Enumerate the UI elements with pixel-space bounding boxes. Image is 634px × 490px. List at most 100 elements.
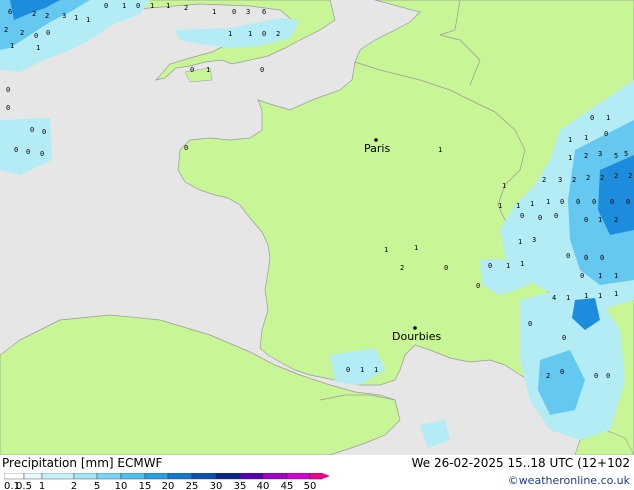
precip-value: 0	[610, 198, 614, 206]
footer-bar: Precipitation [mm] ECMWF We 26-02-2025 1…	[0, 455, 634, 490]
precip-value: 1	[248, 30, 252, 38]
precip-value: 1	[614, 272, 618, 280]
precip-value: 1	[122, 2, 126, 10]
precip-value: 1	[568, 154, 572, 162]
precip-value: 1	[598, 292, 602, 300]
precip-value: 4	[552, 294, 556, 302]
precip-value: 0	[488, 262, 492, 270]
precip-value: 1	[228, 30, 232, 38]
precip-value: 1	[606, 114, 610, 122]
precip-value: 2	[546, 372, 550, 380]
legend-swatches	[4, 473, 330, 480]
precip-value: 0	[262, 30, 266, 38]
precip-value: 0	[46, 29, 50, 37]
precip-value: 1	[374, 366, 378, 374]
legend-tick-label: 40	[257, 481, 270, 490]
legend-tick-label: 15	[139, 481, 152, 490]
precip-value: 0	[476, 282, 480, 290]
legend-swatch	[262, 473, 288, 480]
precip-value: 0	[26, 148, 30, 156]
precip-value: 3	[558, 176, 562, 184]
precip-value: 0	[566, 252, 570, 260]
precip-value: 0	[42, 128, 46, 136]
precip-value: 3	[598, 150, 602, 158]
chart-title: Precipitation [mm] ECMWF	[2, 456, 163, 470]
legend-tick-label: 5	[94, 481, 100, 490]
precip-value: 1	[74, 14, 78, 22]
precip-value: 0	[560, 198, 564, 206]
precip-value: 0	[260, 66, 264, 74]
legend-arrow	[322, 473, 330, 479]
legend-tick-label: 2	[71, 481, 77, 490]
credit-link[interactable]: ©weatheronline.co.uk	[508, 474, 630, 487]
precip-value: 1	[212, 8, 216, 16]
precip-value: 2	[628, 172, 632, 180]
precip-value: 1	[10, 42, 14, 50]
precip-value: 0	[190, 66, 194, 74]
precip-value: 2	[542, 176, 546, 184]
precip-value: 1	[546, 198, 550, 206]
precip-value: 0	[40, 150, 44, 158]
precip-value: 2	[400, 264, 404, 272]
precip-value: 3	[532, 236, 536, 244]
legend-tick-label: 0.5	[16, 481, 32, 490]
precip-value: 0	[528, 320, 532, 328]
precip-value: 0	[580, 272, 584, 280]
city-label-dourbies: Dourbies	[392, 330, 442, 343]
precip-value: 0	[538, 214, 542, 222]
precip-value: 1	[598, 272, 602, 280]
precip-value: 3	[62, 12, 66, 20]
legend-tick-label: 45	[281, 481, 294, 490]
color-legend: 0.10.5 1 2 5 10 15 20 25 30 35 40 45 50	[4, 473, 330, 490]
precip-value: 0	[590, 114, 594, 122]
city-label-paris: Paris	[364, 142, 390, 155]
precip-value: 2	[584, 152, 588, 160]
legend-swatch	[191, 473, 217, 480]
precip-value: 1	[516, 202, 520, 210]
legend-swatch	[286, 473, 311, 480]
precip-value: 1	[530, 200, 534, 208]
precip-value: 2	[600, 174, 604, 182]
precip-value: 1	[584, 134, 588, 142]
legend-swatch	[120, 473, 146, 480]
precip-value: 3	[246, 8, 250, 16]
legend-swatch	[4, 473, 25, 480]
legend-tick-label: 30	[210, 481, 223, 490]
precip-value: 0	[6, 104, 10, 112]
precip-value: 1	[438, 146, 442, 154]
legend-swatch	[239, 473, 264, 480]
precip-value: 2	[572, 176, 576, 184]
precip-value: 0	[584, 216, 588, 224]
legend-tick-label: 50	[304, 481, 317, 490]
legend-swatch	[144, 473, 169, 480]
precip-value: 5	[624, 150, 628, 158]
legend-tick-label: 35	[234, 481, 247, 490]
precip-value: 0	[594, 372, 598, 380]
precip-value: 2	[184, 4, 188, 12]
precip-value: 1	[598, 216, 602, 224]
legend-swatch	[73, 473, 98, 480]
legend-ticks: 0.10.5 1 2 5 10 15 20 25 30 35 40 45 50	[4, 481, 316, 490]
precip-value: 0	[30, 126, 34, 134]
legend-tick-label: 1	[39, 481, 45, 490]
precipitation-map: 6223110101121036220011110201000000000111…	[0, 0, 634, 455]
precip-value: 1	[414, 244, 418, 252]
precip-value: 0	[34, 32, 38, 40]
forecast-datetime: We 26-02-2025 15..18 UTC (12+102	[411, 456, 630, 470]
precip-value: 1	[384, 246, 388, 254]
precip-value: 0	[606, 372, 610, 380]
precip-value: 2	[614, 216, 618, 224]
precip-value: 1	[36, 44, 40, 52]
precip-value: 0	[6, 86, 10, 94]
precip-value: 1	[614, 290, 618, 298]
precip-value: 0	[604, 130, 608, 138]
precip-value: 1	[498, 202, 502, 210]
precip-value: 0	[136, 2, 140, 10]
precip-value: 0	[560, 368, 564, 376]
precip-value: 0	[520, 212, 524, 220]
precip-value: 0	[232, 8, 236, 16]
precip-value: 0	[184, 144, 188, 152]
legend-swatch	[96, 473, 122, 480]
legend-swatch	[215, 473, 241, 480]
legend-tick-label: 10	[115, 481, 128, 490]
